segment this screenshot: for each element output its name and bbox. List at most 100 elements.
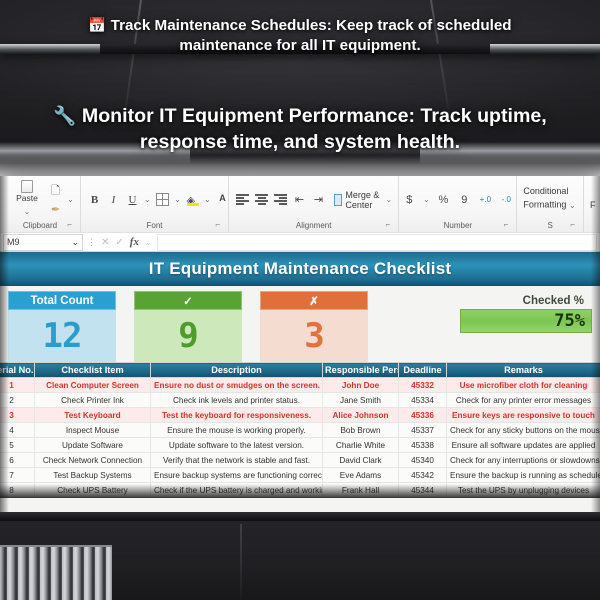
cancel-formula-icon[interactable]: ✕ [101, 237, 109, 248]
cell-remarks[interactable]: Use microfiber cloth for cleaning [446, 377, 600, 393]
cell-remarks[interactable]: Test the UPS by unplugging devices [446, 482, 600, 498]
cell-checklist-item[interactable]: Check Printer Ink [34, 392, 151, 408]
cell-description[interactable]: Verify that the network is stable and fa… [150, 452, 323, 468]
cell-responsible-person[interactable]: Eve Adams [322, 467, 399, 483]
currency-format-button[interactable]: $ [402, 191, 417, 208]
column-header-responsible-person[interactable]: Responsible Person [322, 362, 399, 378]
table-row[interactable]: 8 Check UPS Battery Check if the UPS batte… [0, 482, 600, 498]
cell-deadline[interactable]: 45340 [398, 452, 447, 468]
chevron-down-icon[interactable]: ⌄ [569, 197, 576, 214]
merge-and-center-button[interactable]: Merge & Center ⌄ [334, 190, 392, 210]
table-row[interactable]: 2 Check Printer Ink Check ink levels and p… [0, 392, 600, 408]
chevron-down-icon[interactable]: ⌄ [174, 191, 181, 208]
formula-input[interactable] [156, 233, 597, 251]
bold-button[interactable]: B [87, 191, 102, 208]
cell-description[interactable]: Ensure backup systems are functioning co… [150, 467, 323, 483]
dialog-launcher-icon[interactable]: ⌐ [570, 219, 575, 230]
chevron-down-icon[interactable]: ⌄ [144, 191, 151, 208]
comma-format-button[interactable]: 9 [457, 191, 472, 208]
format-as-table-label[interactable]: F [590, 199, 596, 211]
column-header-serial-no[interactable]: Serial No. [0, 362, 35, 378]
column-header-description[interactable]: Description [150, 362, 323, 378]
cell-description[interactable]: Test the keyboard for responsiveness. [150, 407, 323, 423]
cell-remarks[interactable]: Check for any sticky buttons on the mous… [446, 422, 600, 438]
fill-color-button[interactable]: ◈ [185, 191, 200, 208]
cell-serial-no[interactable]: 7 [0, 467, 35, 483]
cell-serial-no[interactable]: 1 [0, 377, 35, 393]
dialog-launcher-icon[interactable]: ⌐ [215, 219, 220, 230]
cell-checklist-item[interactable]: Inspect Mouse [34, 422, 151, 438]
cell-responsible-person[interactable]: Frank Hall [322, 482, 399, 498]
column-header-checklist-item[interactable]: Checklist Item [34, 362, 151, 378]
table-row[interactable]: 5 Update Software Update software to the l… [0, 437, 600, 453]
table-row[interactable]: 3 Test Keyboard Test the keyboard for resp… [0, 407, 600, 423]
cell-deadline[interactable]: 45344 [398, 482, 447, 498]
cell-deadline[interactable]: 45332 [398, 377, 447, 393]
cell-checklist-item[interactable]: Check UPS Battery [34, 482, 151, 498]
format-painter-icon[interactable]: ✒ [48, 201, 63, 218]
insert-function-icon[interactable]: fx [130, 236, 139, 248]
chevron-down-icon[interactable]: ⌄ [385, 191, 392, 208]
cell-responsible-person[interactable]: David Clark [322, 452, 399, 468]
borders-button[interactable] [155, 191, 170, 208]
chevron-down-icon[interactable]: ⌄ [204, 191, 211, 208]
cell-deadline[interactable]: 45342 [398, 467, 447, 483]
confirm-formula-icon[interactable]: ✓ [115, 237, 123, 248]
cell-remarks[interactable]: Ensure keys are responsive to touch [446, 407, 600, 423]
dialog-launcher-icon[interactable]: ⌐ [67, 219, 72, 230]
cell-checklist-item[interactable]: Test Backup Systems [34, 467, 151, 483]
cell-responsible-person[interactable]: Bob Brown [322, 422, 399, 438]
chevron-down-icon[interactable]: ⌄ [67, 191, 74, 208]
cell-serial-no[interactable]: 3 [0, 407, 35, 423]
align-right-button[interactable] [273, 191, 288, 208]
italic-button[interactable]: I [106, 191, 121, 208]
column-header-deadline[interactable]: Deadline [398, 362, 447, 378]
cell-description[interactable]: Update software to the latest version. [150, 437, 323, 453]
cell-checklist-item[interactable]: Check Network Connection [34, 452, 151, 468]
cell-checklist-item[interactable]: Update Software [34, 437, 151, 453]
cell-checklist-item[interactable]: Test Keyboard [34, 407, 151, 423]
increase-decimal-button[interactable]: +.0 [478, 191, 493, 208]
chevron-down-icon[interactable]: ⌄ [24, 203, 31, 220]
cell-serial-no[interactable]: 2 [0, 392, 35, 408]
cell-checklist-item[interactable]: Clean Computer Screen [34, 377, 151, 393]
underline-button[interactable]: U [125, 191, 140, 208]
cell-description[interactable]: Check ink levels and printer status. [150, 392, 323, 408]
table-row[interactable]: 7 Test Backup Systems Ensure backup system… [0, 467, 600, 483]
cell-responsible-person[interactable]: John Doe [322, 377, 399, 393]
align-center-button[interactable] [254, 191, 269, 208]
conditional-formatting-button[interactable]: Conditional Formatting ⌄ [523, 185, 577, 214]
cell-responsible-person[interactable]: Alice Johnson [322, 407, 399, 423]
cell-responsible-person[interactable]: Charlie White [322, 437, 399, 453]
cell-description[interactable]: Ensure the mouse is working properly. [150, 422, 323, 438]
font-color-button[interactable]: A [215, 191, 230, 208]
more-options-icon[interactable]: ⋮ [87, 237, 97, 248]
cell-responsible-person[interactable]: Jane Smith [322, 392, 399, 408]
cell-deadline[interactable]: 45336 [398, 407, 447, 423]
cell-serial-no[interactable]: 5 [0, 437, 35, 453]
cell-serial-no[interactable]: 4 [0, 422, 35, 438]
column-header-remarks[interactable]: Remarks [446, 362, 600, 378]
cell-serial-no[interactable]: 8 [0, 482, 35, 498]
align-left-button[interactable] [235, 191, 250, 208]
decrease-indent-button[interactable]: ⇤ [292, 191, 307, 208]
cell-remarks[interactable]: Ensure all software updates are applied [446, 437, 600, 453]
table-row[interactable]: 4 Inspect Mouse Ensure the mouse is workin… [0, 422, 600, 438]
cell-deadline[interactable]: 45337 [398, 422, 447, 438]
name-box[interactable]: M9 ⌄ [3, 233, 83, 251]
cell-serial-no[interactable]: 6 [0, 452, 35, 468]
cell-remarks[interactable]: Check for any interruptions or slowdowns [446, 452, 600, 468]
paste-button[interactable]: Paste ⌄ [10, 179, 44, 220]
copy-icon[interactable]: 🗋 [48, 183, 63, 200]
table-row[interactable]: 6 Check Network Connection Verify that the… [0, 452, 600, 468]
cell-description[interactable]: Ensure no dust or smudges on the screen. [150, 377, 323, 393]
cell-description[interactable]: Check if the UPS battery is charged and … [150, 482, 323, 498]
decrease-decimal-button[interactable]: -.0 [499, 191, 514, 208]
dialog-launcher-icon[interactable]: ⌐ [504, 219, 509, 230]
chevron-down-icon[interactable]: ⌄ [423, 191, 430, 208]
cell-remarks[interactable]: Ensure the backup is running as schedule… [446, 467, 600, 483]
percent-format-button[interactable]: % [436, 191, 451, 208]
cell-remarks[interactable]: Check for any printer error messages [446, 392, 600, 408]
chevron-down-icon[interactable]: ⌄ [71, 237, 79, 248]
dialog-launcher-icon[interactable]: ⌐ [386, 219, 391, 230]
